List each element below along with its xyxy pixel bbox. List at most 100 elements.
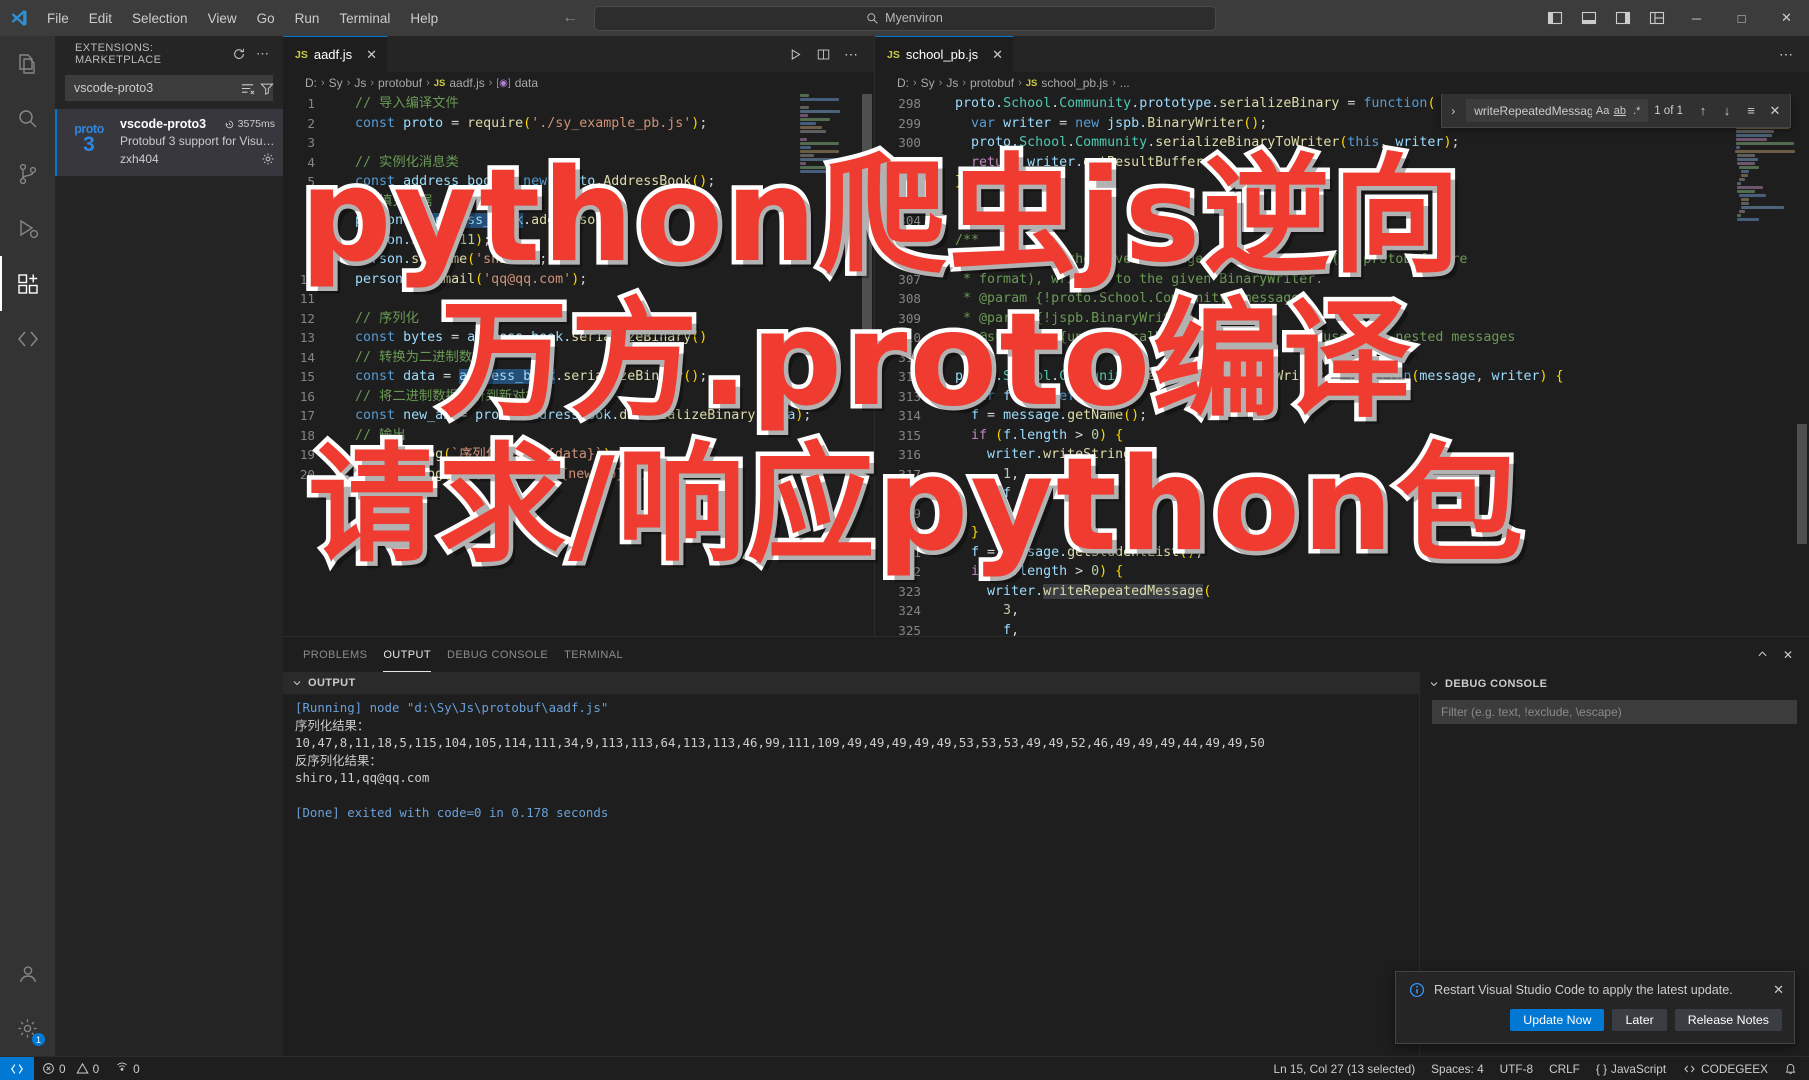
close-icon[interactable]: ✕ (1773, 982, 1784, 998)
panel-bottom-icon[interactable] (1572, 0, 1606, 36)
scrollbar-left[interactable] (860, 94, 874, 636)
breadcrumb-item-js[interactable]: Js (354, 76, 366, 90)
debug-console-header[interactable]: DEBUG CONSOLE (1420, 672, 1809, 696)
more-icon[interactable]: ⋯ (838, 36, 864, 72)
breadcrumb-item-file[interactable]: aadf.js (449, 76, 484, 90)
later-button[interactable]: Later (1612, 1009, 1667, 1031)
more-icon[interactable]: ⋯ (1773, 36, 1799, 72)
whole-word-icon[interactable]: ab (1613, 105, 1626, 117)
close-icon[interactable]: ✕ (992, 47, 1003, 63)
close-window-button[interactable]: ✕ (1764, 0, 1809, 36)
activity-run-debug[interactable] (0, 201, 55, 256)
remote-indicator[interactable] (0, 1056, 34, 1080)
run-icon[interactable] (782, 36, 808, 72)
find-previous-button[interactable]: ↑ (1693, 103, 1713, 118)
activity-search[interactable] (0, 91, 55, 146)
status-codegeex[interactable]: CODEGEEX (1674, 1057, 1776, 1080)
customize-layout-icon[interactable] (1640, 0, 1674, 36)
menu-run[interactable]: Run (286, 7, 329, 30)
match-case-icon[interactable]: Aa (1596, 105, 1609, 117)
go-back-icon[interactable]: ← (562, 9, 578, 27)
breadcrumb-item-protobuf[interactable]: protobuf (378, 76, 422, 90)
maximize-button[interactable]: □ (1719, 0, 1764, 36)
regex-icon[interactable]: .* (1630, 105, 1643, 117)
debug-console-label: DEBUG CONSOLE (1445, 678, 1548, 690)
status-eol[interactable]: CRLF (1541, 1057, 1588, 1080)
find-next-button[interactable]: ↓ (1717, 103, 1737, 118)
release-notes-button[interactable]: Release Notes (1674, 1009, 1782, 1031)
activity-extensions[interactable] (0, 256, 55, 311)
line-number: 8 (307, 232, 315, 248)
filter-icon[interactable] (260, 82, 274, 95)
code-token: serializeBinaryToWriter (1155, 135, 1340, 150)
scrollbar-right[interactable] (1795, 94, 1809, 636)
panel-left-icon[interactable] (1538, 0, 1572, 36)
tab-debug-console[interactable]: DEBUG CONSOLE (447, 637, 548, 672)
code-token: ( (1427, 96, 1436, 111)
menu-go[interactable]: Go (248, 7, 284, 30)
status-errors[interactable]: 0 0 (34, 1057, 107, 1080)
chevron-right-icon[interactable]: › (1444, 104, 1462, 118)
breadcrumb-item-sy[interactable]: Sy (329, 76, 343, 90)
quick-search-input[interactable]: Myenviron (593, 5, 1216, 31)
activity-manage[interactable]: 1 (0, 1001, 55, 1056)
breadcrumb-item-more[interactable]: ... (1120, 76, 1130, 90)
tab-problems[interactable]: PROBLEMS (303, 637, 367, 672)
tab-output[interactable]: OUTPUT (383, 637, 431, 672)
refresh-icon[interactable] (232, 47, 253, 61)
status-language[interactable]: { } JavaScript (1588, 1057, 1674, 1080)
maximize-panel-icon[interactable] (1751, 637, 1773, 672)
menu-help[interactable]: Help (401, 7, 447, 30)
breadcrumb-item-drive[interactable]: D: (305, 76, 317, 90)
scrollbar-thumb[interactable] (1797, 424, 1807, 544)
code-editor-left[interactable]: 1 // 导入编译文件 2 const proto = require('./sy… (283, 94, 874, 636)
menu-edit[interactable]: Edit (80, 7, 121, 30)
output-section-header[interactable]: OUTPUT (283, 672, 1419, 694)
panel-right-icon[interactable] (1606, 0, 1640, 36)
close-panel-icon[interactable]: ✕ (1777, 637, 1799, 672)
activity-explorer[interactable] (0, 36, 55, 91)
code-editor-right[interactable]: 298 proto.School.Community.prototype.ser… (875, 94, 1809, 636)
tab-school-pb-js[interactable]: JS school_pb.js ✕ (875, 36, 1015, 72)
tab-aadf-js[interactable]: JS aadf.js ✕ (283, 36, 389, 72)
menu-terminal[interactable]: Terminal (330, 7, 399, 30)
menu-view[interactable]: View (199, 7, 246, 30)
status-notifications[interactable] (1776, 1057, 1805, 1080)
search-input[interactable] (74, 81, 235, 95)
menu-selection[interactable]: Selection (123, 7, 197, 30)
find-widget[interactable]: › Aa ab .* 1 of 1 ↑ ↓ ≡ ✕ (1441, 94, 1791, 128)
status-cursor-position[interactable]: Ln 15, Col 27 (13 selected) (1266, 1057, 1424, 1080)
status-codegeex-label: CODEGEEX (1701, 1061, 1768, 1076)
clear-filter-icon[interactable] (240, 82, 255, 95)
status-ports[interactable]: 0 (107, 1057, 148, 1080)
find-close-button[interactable]: ✕ (1765, 103, 1785, 119)
tab-terminal[interactable]: TERMINAL (564, 637, 623, 672)
extension-list-item[interactable]: proto 3 vscode-proto3 3575ms Protobuf 3 … (55, 109, 283, 176)
find-query-field[interactable] (1474, 103, 1592, 118)
activity-source-control[interactable] (0, 146, 55, 201)
breadcrumb-item-symbol[interactable]: data (515, 76, 538, 90)
breadcrumb-item-sy[interactable]: Sy (921, 76, 935, 90)
breadcrumb-item-js[interactable]: Js (946, 76, 958, 90)
close-icon[interactable]: ✕ (366, 47, 377, 63)
activity-accounts[interactable] (0, 946, 55, 1001)
extension-search-box[interactable] (65, 75, 274, 101)
status-indentation[interactable]: Spaces: 4 (1423, 1057, 1491, 1080)
status-encoding[interactable]: UTF-8 (1492, 1057, 1541, 1080)
scrollbar-thumb[interactable] (862, 94, 872, 394)
gear-icon[interactable] (261, 152, 275, 166)
more-icon[interactable]: ⋯ (252, 46, 273, 62)
breadcrumb-item-drive[interactable]: D: (897, 76, 909, 90)
output-section-label: OUTPUT (308, 677, 356, 689)
find-input[interactable]: Aa ab .* (1466, 99, 1649, 122)
activity-codegeex[interactable] (0, 311, 55, 366)
split-editor-icon[interactable] (810, 36, 836, 72)
menu-file[interactable]: File (38, 7, 78, 30)
minimize-button[interactable]: ─ (1674, 0, 1719, 36)
update-now-button[interactable]: Update Now (1510, 1009, 1605, 1031)
breadcrumb-item-protobuf[interactable]: protobuf (970, 76, 1014, 90)
breadcrumb-item-file[interactable]: school_pb.js (1041, 76, 1108, 90)
debug-filter-input[interactable]: Filter (e.g. text, !exclude, \escape) (1432, 700, 1797, 724)
find-in-selection-button[interactable]: ≡ (1741, 103, 1761, 118)
